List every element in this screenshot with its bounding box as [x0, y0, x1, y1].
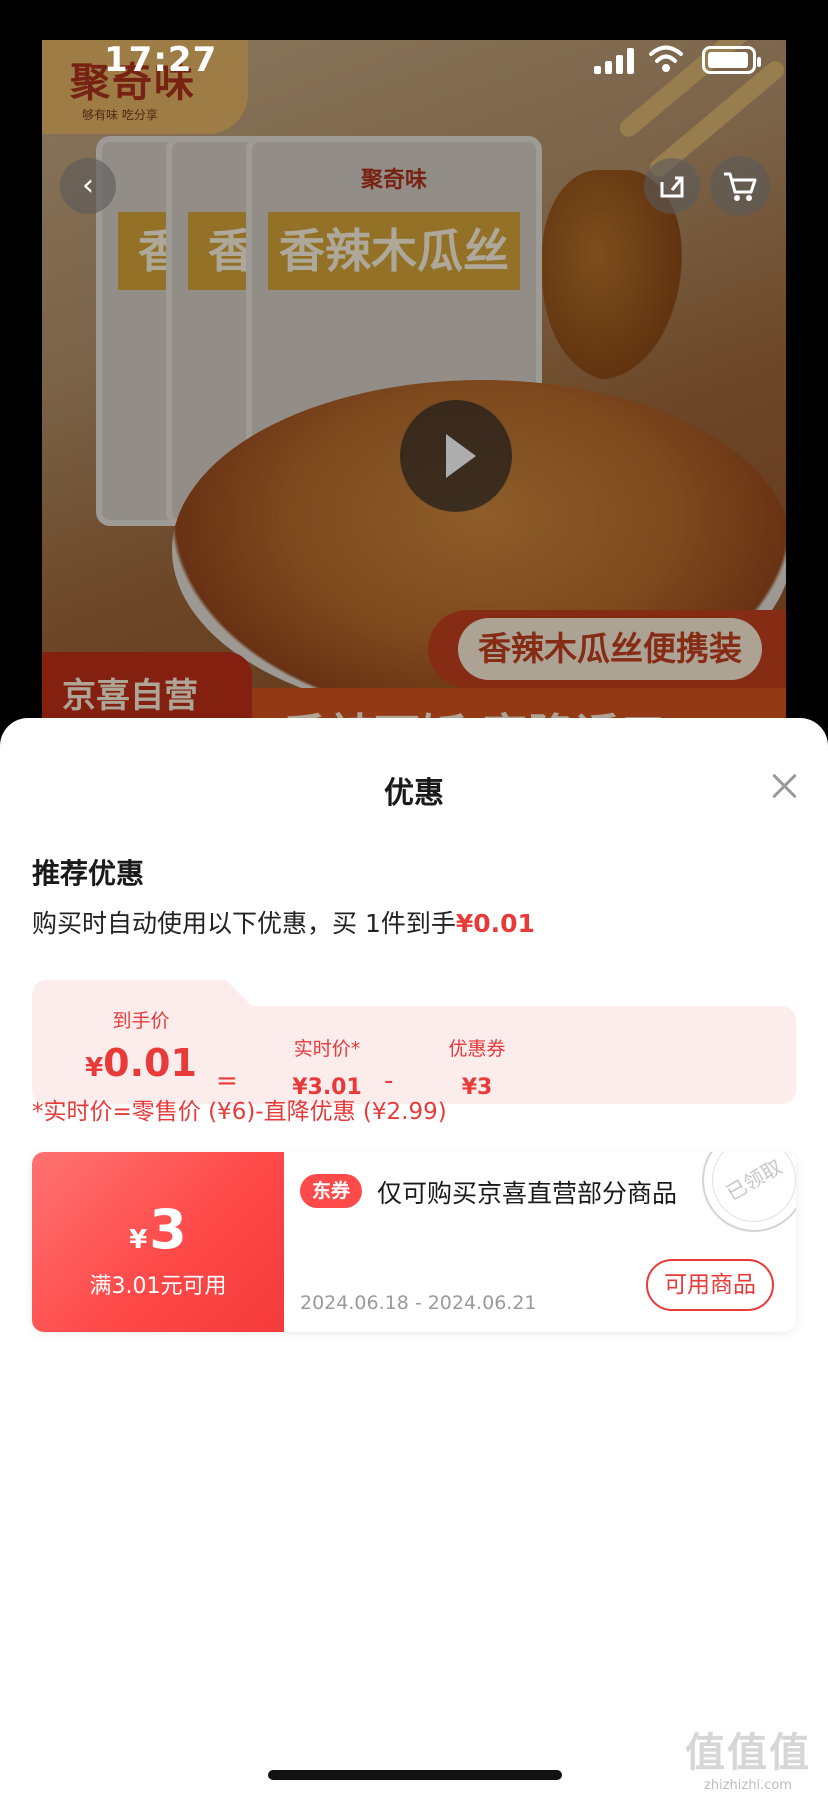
sheet-title: 优惠: [384, 776, 444, 811]
discount-final-price: ¥0.01: [455, 909, 535, 938]
watermark-logo: 值值值: [685, 1730, 811, 1776]
coupon-amount-number: 3: [149, 1198, 187, 1261]
discount-bottom-sheet: 优惠 推荐优惠 购买时自动使用以下优惠，买 1件到手¥0.01 到手价 ¥0.0…: [0, 718, 828, 1796]
coupon-column: 优惠券 ¥3: [422, 1034, 532, 1100]
back-icon[interactable]: ‹: [60, 158, 116, 214]
status-bar: 17:27: [0, 0, 828, 116]
cart-icon[interactable]: [710, 156, 770, 216]
price-calculation-box: 到手价 ¥0.01 = 实时价* ¥3.01 - 优惠券 ¥3: [32, 980, 796, 1104]
final-price-value: ¥0.01: [76, 1041, 206, 1085]
coupon-amount-panel: ¥3 满3.01元可用: [32, 1152, 284, 1332]
coupon-amount: ¥3: [32, 1198, 284, 1261]
wifi-icon: [648, 44, 684, 74]
watermark: 值值值 zhizhizhi.com: [682, 1720, 814, 1793]
cellular-signal-icon: [594, 48, 636, 74]
final-price-number: 0.01: [103, 1041, 197, 1085]
home-indicator[interactable]: [268, 1770, 562, 1780]
realtime-price-formula: *实时价=零售价 (¥6)-直降优惠 (¥2.99): [32, 1099, 447, 1125]
claimed-stamp: 已领取: [682, 1152, 796, 1252]
discount-description: 购买时自动使用以下优惠，买 1件到手¥0.01: [32, 904, 535, 940]
yen-symbol: ¥: [129, 1225, 148, 1255]
close-icon[interactable]: [768, 770, 800, 802]
coupon-type-badge: 东券: [300, 1174, 363, 1208]
coupon-validity-dates: 2024.06.18 - 2024.06.21: [300, 1292, 537, 1314]
recommended-discount-title: 推荐优惠: [32, 857, 145, 890]
watermark-text: zhizhizhi.com: [704, 1778, 792, 1793]
realtime-price-label: 实时价*: [293, 1038, 361, 1060]
coupon-condition: 满3.01元可用: [89, 1274, 227, 1299]
yen-symbol: ¥: [85, 1053, 104, 1083]
final-price-column: 到手价 ¥0.01: [76, 1006, 206, 1085]
coupon-label: 优惠券: [448, 1038, 506, 1060]
share-icon[interactable]: [644, 158, 700, 214]
applicable-products-button[interactable]: 可用商品: [646, 1259, 774, 1311]
discount-description-text: 购买时自动使用以下优惠，买 1件到手: [32, 909, 456, 938]
realtime-price-column: 实时价* ¥3.01: [264, 1034, 390, 1100]
screen: 香 香 聚奇味 香辣木瓜丝 聚奇味 够有味 吃分享 香辣木瓜丝便携装 京喜自营 …: [0, 0, 828, 1796]
coupon-description: 仅可购买京喜直营部分商品: [377, 1179, 678, 1208]
status-time: 17:27: [104, 40, 218, 80]
final-price-label: 到手价: [112, 1010, 170, 1032]
battery-icon: [702, 46, 761, 74]
coupon-card[interactable]: ¥3 满3.01元可用 东券 仅可购买京喜直营部分商品 2024.06.18 -…: [32, 1152, 796, 1332]
